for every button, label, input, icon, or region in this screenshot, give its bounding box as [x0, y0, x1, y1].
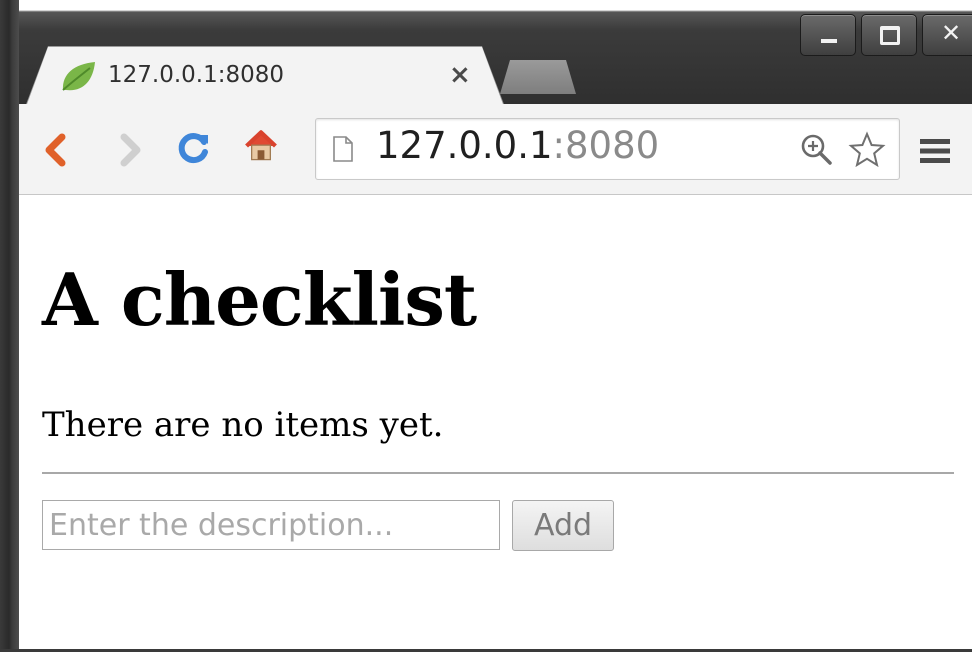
close-icon[interactable]: ✕ [922, 14, 972, 56]
page-icon [333, 136, 353, 162]
star-icon[interactable] [848, 131, 886, 169]
url-host: 127.0.0.1 [376, 124, 553, 167]
forward-arrow-icon[interactable] [112, 133, 146, 167]
new-tab-icon[interactable] [500, 60, 576, 94]
add-button[interactable]: Add [512, 500, 614, 551]
leaf-icon [62, 62, 95, 91]
minimize-icon[interactable] [800, 14, 856, 56]
close-glyph: ✕ [941, 19, 962, 47]
back-arrow-icon[interactable] [40, 133, 74, 167]
zoom-icon[interactable] [799, 132, 833, 166]
window-left-border [0, 0, 19, 652]
maximize-icon[interactable] [861, 14, 917, 56]
url-port: :8080 [552, 124, 660, 167]
url-text[interactable]: 127.0.0.1:8080 [376, 124, 659, 167]
description-input[interactable] [42, 500, 500, 550]
home-icon[interactable] [244, 129, 278, 163]
tab-title: 127.0.0.1:8080 [108, 62, 285, 88]
reload-icon[interactable] [177, 131, 211, 165]
browser-window: ✕ 127.0.0.1:8080 × 127.0.0.1:8080 A chec… [0, 0, 972, 652]
hamburger-menu-icon[interactable] [918, 138, 952, 164]
empty-message: There are no items yet. [42, 405, 444, 445]
page-title: A checklist [42, 257, 477, 342]
tab-close-button[interactable]: × [449, 60, 471, 90]
divider [42, 472, 954, 474]
